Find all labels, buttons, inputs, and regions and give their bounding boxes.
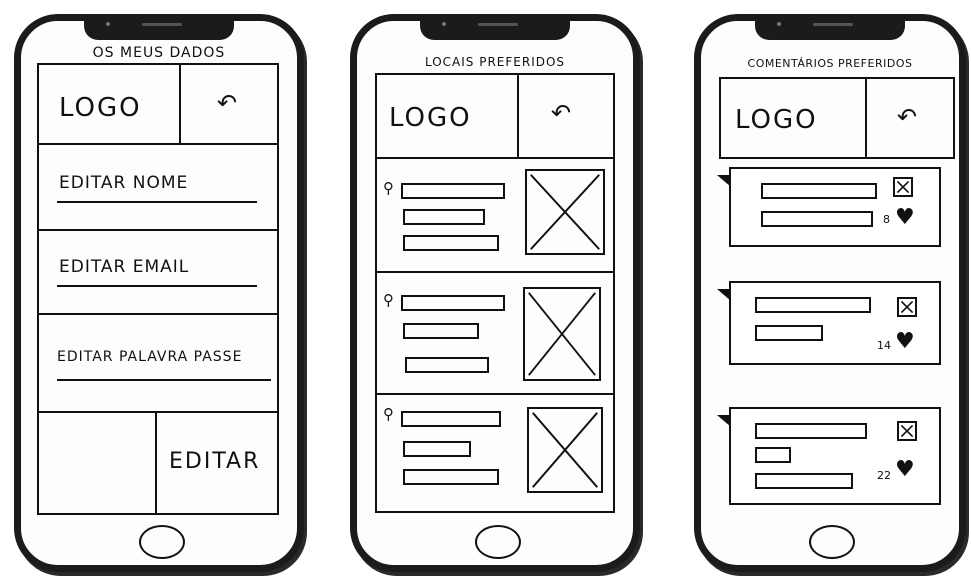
text-placeholder bbox=[403, 469, 499, 485]
text-placeholder bbox=[755, 325, 823, 341]
checkbox-icon[interactable] bbox=[897, 421, 917, 441]
speech-bubble-tail bbox=[717, 175, 731, 187]
like-count: 22 bbox=[877, 469, 891, 482]
logo: LOGO bbox=[59, 93, 142, 123]
menu-item-label: EDITAR NOME bbox=[59, 173, 189, 193]
text-placeholder bbox=[401, 295, 505, 311]
location-pin-icon: ⚲ bbox=[383, 405, 394, 423]
text-placeholder bbox=[755, 473, 853, 489]
back-icon[interactable]: ↶ bbox=[897, 103, 917, 131]
divider bbox=[57, 285, 257, 287]
logo-box[interactable]: LOGO bbox=[375, 73, 519, 159]
comment-card[interactable]: 14 ♥ bbox=[717, 281, 941, 365]
text-placeholder bbox=[401, 411, 501, 427]
home-button[interactable] bbox=[139, 525, 185, 559]
header-bar: LOGO ↶ bbox=[37, 63, 279, 145]
location-pin-icon: ⚲ bbox=[383, 179, 394, 197]
header-bar: LOGO ↶ bbox=[719, 77, 955, 159]
speech-bubble-tail bbox=[717, 289, 731, 301]
text-placeholder bbox=[403, 441, 471, 457]
screen-title: OS MEUS DADOS bbox=[92, 45, 226, 61]
text-placeholder bbox=[401, 183, 505, 199]
home-button[interactable] bbox=[475, 525, 521, 559]
home-button[interactable] bbox=[809, 525, 855, 559]
list-item[interactable]: ⚲ bbox=[377, 159, 613, 273]
speech-bubble-tail bbox=[717, 415, 731, 427]
phone-favorite-comments: COMENTÁRIOS PREFERIDOS LOGO ↶ 8 ♥ 14 ♥ 2… bbox=[694, 14, 966, 572]
text-placeholder bbox=[405, 357, 489, 373]
text-placeholder bbox=[403, 209, 485, 225]
menu-item-edit-email[interactable]: EDITAR EMAIL bbox=[39, 229, 277, 315]
text-placeholder bbox=[755, 423, 867, 439]
menu-item-edit-name[interactable]: EDITAR NOME bbox=[39, 143, 277, 231]
text-placeholder bbox=[403, 323, 479, 339]
phone-my-data: OS MEUS DADOS LOGO ↶ EDITAR NOME EDITAR … bbox=[14, 14, 304, 572]
place-list: ⚲ ⚲ ⚲ bbox=[375, 157, 615, 513]
text-placeholder bbox=[761, 211, 873, 227]
divider bbox=[57, 379, 271, 381]
image-placeholder bbox=[527, 407, 603, 493]
logo: LOGO bbox=[389, 103, 472, 133]
menu-item-label: EDITAR PALAVRA PASSE bbox=[57, 349, 243, 365]
phone-notch bbox=[84, 14, 234, 40]
screen-title: LOCAIS PREFERIDOS bbox=[424, 55, 566, 69]
comment-card[interactable]: 22 ♥ bbox=[717, 407, 941, 505]
checkbox-icon[interactable] bbox=[893, 177, 913, 197]
like-count: 8 bbox=[883, 213, 890, 226]
heart-icon[interactable]: ♥ bbox=[895, 331, 915, 353]
header-bar: LOGO ↶ bbox=[375, 73, 615, 159]
phone-notch bbox=[755, 14, 905, 40]
logo: LOGO bbox=[735, 105, 818, 135]
like-count: 14 bbox=[877, 339, 891, 352]
heart-icon[interactable]: ♥ bbox=[895, 459, 915, 481]
screen-title: COMENTÁRIOS PREFERIDOS bbox=[747, 57, 913, 70]
comment-card[interactable]: 8 ♥ bbox=[717, 167, 941, 247]
profile-menu: EDITAR NOME EDITAR EMAIL EDITAR PALAVRA … bbox=[37, 143, 279, 413]
phone-notch bbox=[420, 14, 570, 40]
edit-button[interactable]: EDITAR bbox=[169, 449, 260, 474]
back-icon[interactable]: ↶ bbox=[551, 99, 571, 127]
heart-icon[interactable]: ♥ bbox=[895, 207, 915, 229]
text-placeholder bbox=[755, 297, 871, 313]
empty-cell bbox=[37, 411, 157, 515]
checkbox-icon[interactable] bbox=[897, 297, 917, 317]
text-placeholder bbox=[755, 447, 791, 463]
logo-box[interactable]: LOGO bbox=[37, 63, 181, 145]
list-item[interactable]: ⚲ bbox=[377, 271, 613, 395]
divider bbox=[57, 201, 257, 203]
location-pin-icon: ⚲ bbox=[383, 291, 394, 309]
bottom-action-row: EDITAR bbox=[37, 411, 279, 515]
image-placeholder bbox=[525, 169, 605, 255]
text-placeholder bbox=[403, 235, 499, 251]
list-item[interactable]: ⚲ bbox=[377, 393, 613, 511]
menu-item-label: EDITAR EMAIL bbox=[59, 257, 190, 277]
image-placeholder bbox=[523, 287, 601, 381]
menu-item-edit-password[interactable]: EDITAR PALAVRA PASSE bbox=[39, 313, 277, 411]
phone-favorite-places: LOCAIS PREFERIDOS LOGO ↶ ⚲ ⚲ ⚲ bbox=[350, 14, 640, 572]
logo-box[interactable]: LOGO bbox=[719, 77, 867, 159]
back-icon[interactable]: ↶ bbox=[217, 89, 237, 117]
text-placeholder bbox=[761, 183, 877, 199]
